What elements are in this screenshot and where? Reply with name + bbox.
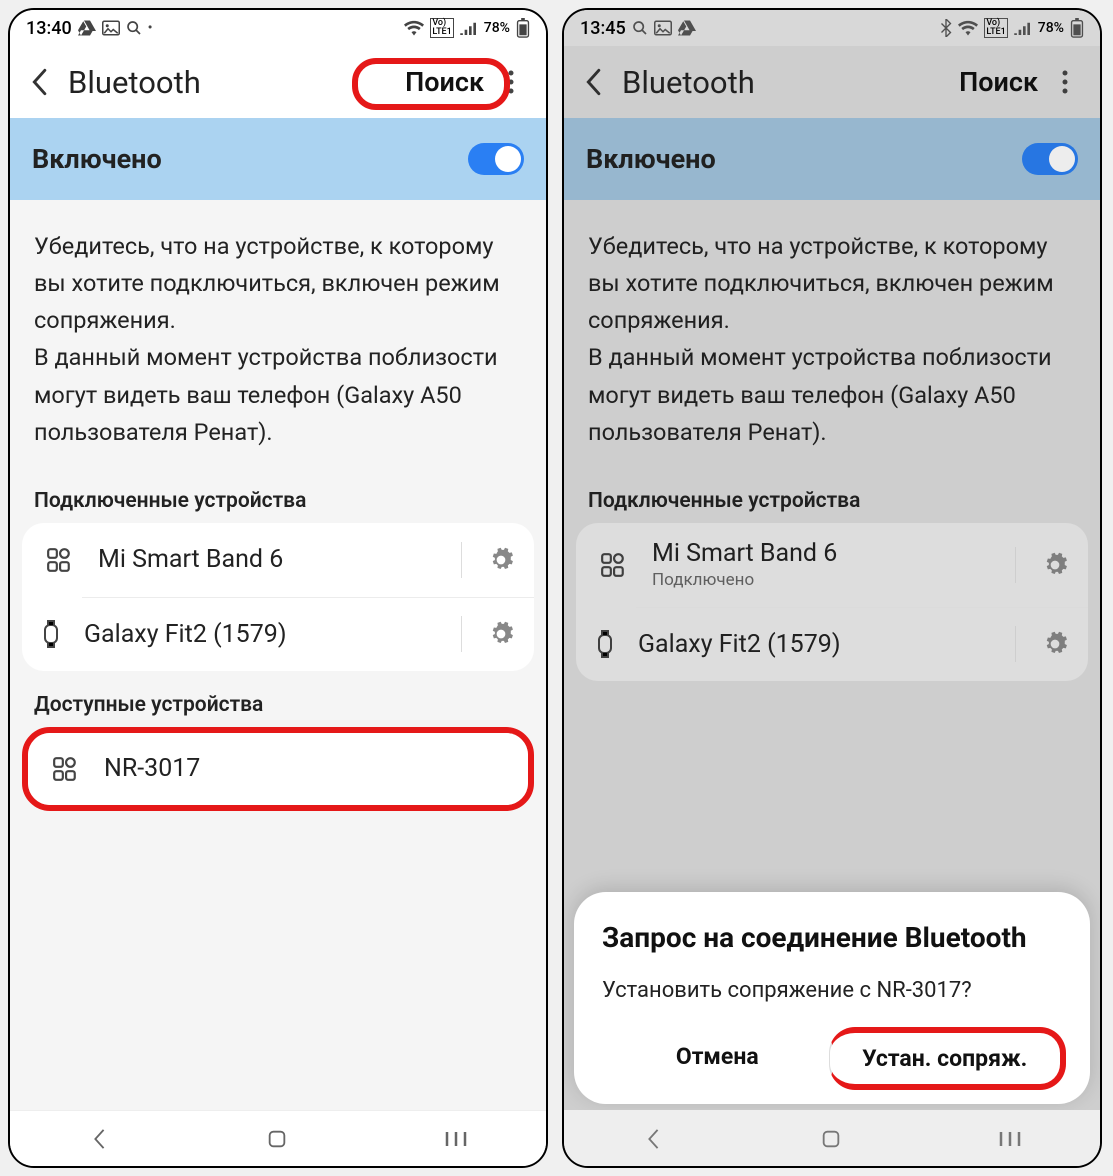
wifi-icon bbox=[404, 20, 424, 36]
device-name: Galaxy Fit2 (1579) bbox=[84, 620, 435, 649]
nav-back[interactable] bbox=[88, 1128, 110, 1150]
device-row-fit2[interactable]: Galaxy Fit2 (1579) bbox=[636, 607, 1088, 681]
divider bbox=[1015, 547, 1016, 583]
info-text: Убедитесь, что на устройстве, к которому… bbox=[10, 200, 546, 467]
nav-bar bbox=[564, 1110, 1100, 1166]
dot-icon: • bbox=[148, 20, 153, 36]
battery-percent: 78% bbox=[1038, 20, 1064, 36]
device-settings-button[interactable] bbox=[488, 547, 522, 573]
nav-home[interactable] bbox=[820, 1128, 842, 1150]
volte-icon: Vo)LTE1 bbox=[984, 18, 1007, 38]
search-status-icon bbox=[126, 20, 142, 36]
more-button[interactable] bbox=[1062, 70, 1090, 94]
gdrive-icon bbox=[678, 20, 696, 36]
nav-home[interactable] bbox=[266, 1128, 288, 1150]
section-available-title: Доступные устройства bbox=[10, 671, 546, 727]
device-grid-icon bbox=[590, 552, 636, 578]
search-button[interactable]: Поиск bbox=[397, 64, 492, 100]
device-row-nr3017[interactable]: NR-3017 bbox=[28, 733, 528, 805]
status-bar: 13:40 • Vo)LTE1 78% bbox=[10, 10, 546, 46]
device-grid-icon bbox=[36, 547, 82, 573]
nav-recent[interactable] bbox=[444, 1129, 468, 1149]
highlight-available-device: NR-3017 bbox=[22, 727, 534, 811]
status-time: 13:40 bbox=[26, 18, 72, 39]
info-text: Убедитесь, что на устройстве, к которому… bbox=[564, 200, 1100, 467]
page-title: Bluetooth bbox=[622, 64, 935, 101]
battery-icon bbox=[516, 18, 530, 38]
toggle-label: Включено bbox=[586, 143, 716, 175]
divider bbox=[1015, 626, 1016, 662]
divider bbox=[461, 616, 462, 652]
bluetooth-status-icon bbox=[940, 19, 952, 37]
signal-icon bbox=[460, 21, 478, 35]
bluetooth-toggle-row[interactable]: Включено bbox=[564, 118, 1100, 200]
cancel-button[interactable]: Отмена bbox=[602, 1031, 833, 1086]
watch-icon bbox=[576, 629, 622, 659]
app-header: Bluetooth Поиск bbox=[10, 46, 546, 118]
nav-recent[interactable] bbox=[998, 1129, 1022, 1149]
status-bar: 13:45 Vo)LTE1 78% bbox=[564, 10, 1100, 46]
device-settings-button[interactable] bbox=[1042, 552, 1076, 578]
search-button[interactable]: Поиск bbox=[951, 64, 1046, 100]
back-button[interactable] bbox=[580, 68, 606, 96]
page-title: Bluetooth bbox=[68, 64, 381, 101]
device-row-miband[interactable]: Mi Smart Band 6 bbox=[22, 523, 534, 597]
nav-back[interactable] bbox=[642, 1128, 664, 1150]
bluetooth-toggle-row[interactable]: Включено bbox=[10, 118, 546, 200]
status-time: 13:45 bbox=[580, 18, 626, 39]
section-connected-title: Подключенные устройства bbox=[10, 467, 546, 523]
more-button[interactable] bbox=[508, 70, 536, 94]
device-status: Подключено bbox=[652, 570, 989, 590]
wifi-icon bbox=[958, 20, 978, 36]
pairing-dialog: Запрос на соединение Bluetooth Установит… bbox=[574, 892, 1090, 1104]
image-icon bbox=[654, 20, 672, 36]
device-name: NR-3017 bbox=[104, 754, 516, 783]
volte-icon: Vo)LTE1 bbox=[430, 18, 453, 38]
search-status-icon bbox=[632, 20, 648, 36]
dialog-title: Запрос на соединение Bluetooth bbox=[602, 920, 1062, 956]
app-header: Bluetooth Поиск bbox=[564, 46, 1100, 118]
back-button[interactable] bbox=[26, 68, 52, 96]
image-icon bbox=[102, 20, 120, 36]
phone-screen-1: 13:40 • Vo)LTE1 78% Bluetooth Поиск bbox=[8, 8, 548, 1168]
section-connected-title: Подключенные устройства bbox=[564, 467, 1100, 523]
toggle-label: Включено bbox=[32, 143, 162, 175]
device-name: Mi Smart Band 6 bbox=[98, 545, 435, 574]
watch-icon bbox=[22, 619, 68, 649]
device-settings-button[interactable] bbox=[488, 621, 522, 647]
phone-screen-2: 13:45 Vo)LTE1 78% Bluetooth Поиск Включе… bbox=[562, 8, 1102, 1168]
pair-button[interactable]: Устан. сопряж. bbox=[829, 1027, 1067, 1090]
connected-devices-card: Mi Smart Band 6 Подключено Galaxy Fit2 (… bbox=[576, 523, 1088, 681]
device-settings-button[interactable] bbox=[1042, 631, 1076, 657]
device-grid-icon bbox=[42, 756, 88, 782]
toggle-switch[interactable] bbox=[1022, 143, 1078, 175]
device-row-miband[interactable]: Mi Smart Band 6 Подключено bbox=[576, 523, 1088, 607]
dialog-body: Установить сопряжение с NR-3017? bbox=[602, 978, 1062, 1003]
device-name: Mi Smart Band 6 bbox=[652, 539, 989, 568]
toggle-switch[interactable] bbox=[468, 143, 524, 175]
device-name: Galaxy Fit2 (1579) bbox=[638, 630, 989, 659]
nav-bar bbox=[10, 1110, 546, 1166]
battery-icon bbox=[1070, 18, 1084, 38]
divider bbox=[461, 542, 462, 578]
gdrive-icon bbox=[78, 20, 96, 36]
battery-percent: 78% bbox=[484, 20, 510, 36]
connected-devices-card: Mi Smart Band 6 Galaxy Fit2 (1579) bbox=[22, 523, 534, 671]
signal-icon bbox=[1014, 21, 1032, 35]
device-row-fit2[interactable]: Galaxy Fit2 (1579) bbox=[82, 597, 534, 671]
